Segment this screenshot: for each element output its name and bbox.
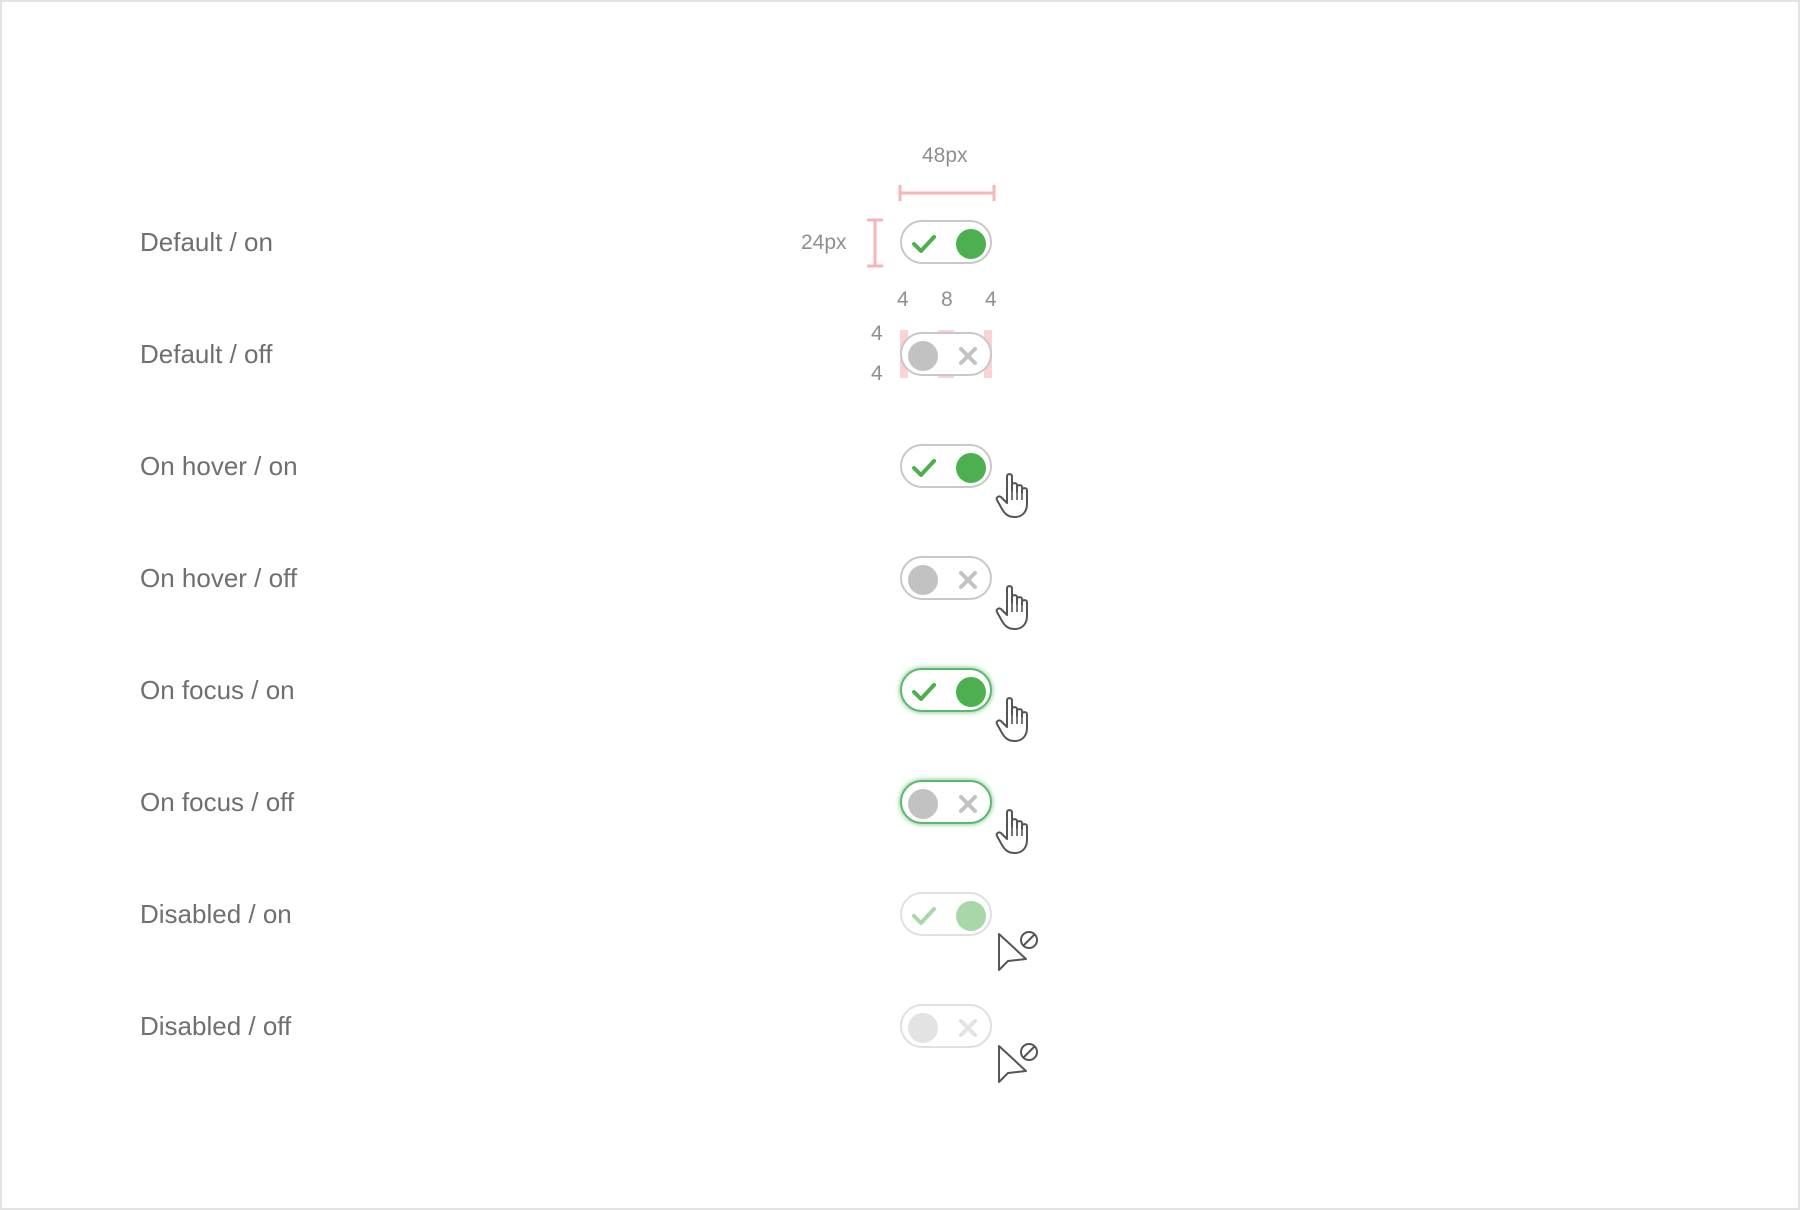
close-icon [954, 790, 982, 818]
hand-pointer-icon [994, 472, 1034, 520]
state-label: Default / on [140, 227, 273, 257]
hand-pointer-icon [994, 808, 1034, 856]
state-label: Default / off [140, 339, 273, 369]
toggle-switch[interactable] [900, 556, 992, 600]
check-icon [910, 902, 938, 930]
toggle-switch [900, 892, 992, 936]
toggle-knob [908, 341, 938, 371]
close-icon [954, 566, 982, 594]
toggle-knob [908, 1013, 938, 1043]
state-label: On focus / on [140, 675, 295, 705]
toggle-knob [908, 565, 938, 595]
toggle-knob [956, 677, 986, 707]
state-label: On hover / off [140, 563, 298, 593]
toggle-switch[interactable] [900, 780, 992, 824]
check-icon [910, 678, 938, 706]
hand-pointer-icon [994, 696, 1034, 744]
spacing-left-label: 4 [897, 288, 909, 311]
width-dimension-label: 48px [922, 144, 968, 167]
close-icon [954, 1014, 982, 1042]
toggle-switch [900, 1004, 992, 1048]
height-dimension-label: 24px [801, 231, 847, 254]
toggle-switch[interactable] [900, 668, 992, 712]
spacing-top-label: 4 [871, 322, 883, 345]
state-label: On hover / on [140, 451, 298, 481]
spacing-bottom-label: 4 [871, 362, 883, 385]
height-dimension-bracket [867, 218, 883, 268]
spacing-right-label: 4 [985, 288, 997, 311]
toggle-switch[interactable] [900, 332, 992, 376]
toggle-switch[interactable] [900, 444, 992, 488]
hand-pointer-icon [994, 584, 1034, 632]
state-label: On focus / off [140, 787, 295, 817]
state-label: Disabled / off [140, 1011, 292, 1041]
state-label: Disabled / on [140, 899, 292, 929]
toggle-knob [956, 453, 986, 483]
toggle-knob [956, 229, 986, 259]
close-icon [954, 342, 982, 370]
toggle-knob [908, 789, 938, 819]
spacing-middle-label: 8 [941, 288, 953, 311]
not-allowed-icon [996, 926, 1038, 974]
toggle-switch[interactable] [900, 220, 992, 264]
not-allowed-icon [996, 1038, 1038, 1086]
check-icon [910, 230, 938, 258]
toggle-knob [956, 901, 986, 931]
width-dimension-bracket [898, 185, 996, 201]
check-icon [910, 454, 938, 482]
